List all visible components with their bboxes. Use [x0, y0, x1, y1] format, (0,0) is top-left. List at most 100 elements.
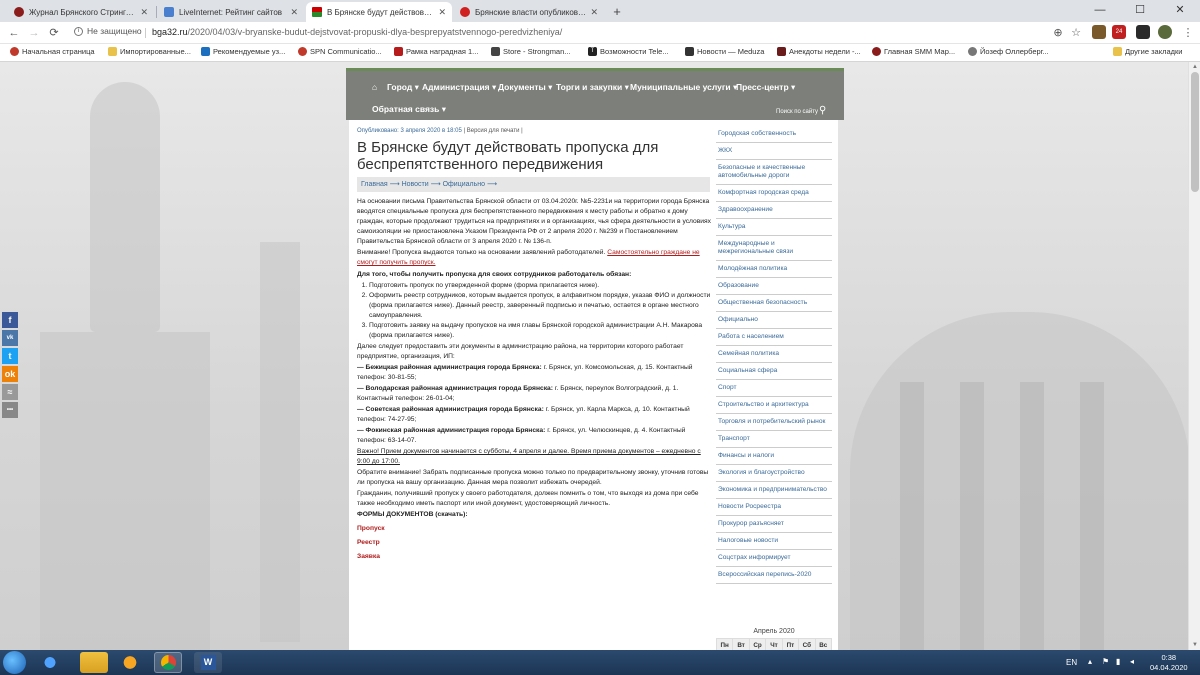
sidebar-category-link[interactable]: Прокурор разъясняет — [716, 516, 832, 533]
chrome-taskbar-button[interactable] — [154, 652, 182, 673]
nav-item-municipalnye-uslugi[interactable]: Муниципальные услуги ▾ — [630, 82, 737, 93]
sidebar-category-link[interactable]: Финансы и налоги — [716, 448, 832, 465]
forward-arrow-icon[interactable]: → — [26, 25, 42, 41]
bookmark-item[interactable]: Главная SMM Мар... — [872, 47, 955, 56]
nav-item-administraciya[interactable]: Администрация ▾ — [422, 82, 496, 93]
scroll-up-icon[interactable]: ▲ — [1189, 62, 1200, 72]
language-indicator[interactable]: EN — [1066, 658, 1077, 667]
bookmark-folder[interactable]: Импортированные... — [108, 47, 191, 56]
site-search-input[interactable]: Поиск по сайту — [776, 109, 818, 115]
back-arrow-icon[interactable]: ← — [6, 25, 22, 41]
extension-icon[interactable] — [1136, 25, 1150, 39]
bookmark-item[interactable]: Новости — Meduza — [685, 47, 764, 56]
sidebar-category-link[interactable]: Транспорт — [716, 431, 832, 448]
sidebar-category-link[interactable]: Официально — [716, 312, 832, 329]
minimize-button[interactable]: — — [1080, 0, 1120, 22]
sidebar-category-link[interactable]: Образование — [716, 278, 832, 295]
nav-item-press-centr[interactable]: Пресс-центр ▾ — [736, 82, 795, 93]
vertical-scrollbar[interactable]: ▲ ▼ — [1188, 62, 1200, 650]
bookmark-item[interactable]: Анекдоты недели -... — [777, 47, 861, 56]
bookmark-item[interactable]: T Возможности Tele... — [588, 47, 669, 56]
home-icon[interactable]: ⌂ — [372, 82, 377, 92]
bookmark-item[interactable]: SPN Communicatio... — [298, 47, 382, 56]
sidebar-category-link[interactable]: Работа с населением — [716, 329, 832, 346]
internet-explorer-icon[interactable] — [36, 652, 64, 673]
close-tab-icon[interactable]: ✕ — [438, 7, 446, 18]
tab-bryansk-vlasti[interactable]: Брянские власти опубликовали ✕ — [454, 2, 604, 22]
bookmark-item[interactable]: Рекомендуемые уз... — [201, 47, 285, 56]
sidebar-category-link[interactable]: Семейная политика — [716, 346, 832, 363]
sidebar-category-link[interactable]: Общественная безопасность — [716, 295, 832, 312]
profile-avatar[interactable] — [1158, 25, 1172, 39]
scroll-down-icon[interactable]: ▼ — [1189, 640, 1200, 650]
nav-item-obratnaya-svyaz[interactable]: Обратная связь ▾ — [372, 104, 446, 115]
sidebar-category-link[interactable]: Экология и благоустройство — [716, 465, 832, 482]
close-tab-icon[interactable]: ✕ — [590, 7, 598, 18]
sidebar-category-link[interactable]: Строительство и архитектура — [716, 397, 832, 414]
sidebar-category-link[interactable]: Городская собственность — [716, 126, 832, 143]
nav-item-dokumenty[interactable]: Документы ▾ — [498, 82, 552, 93]
word-taskbar-button[interactable]: W — [194, 652, 222, 673]
search-icon[interactable]: ⚲ — [819, 105, 826, 116]
folder-icon — [1113, 47, 1122, 56]
reload-icon[interactable]: ⟳ — [46, 25, 62, 41]
sidebar-category-link[interactable]: Всероссийская перепись-2020 — [716, 567, 832, 584]
sidebar-category-link[interactable]: Молодёжная политика — [716, 261, 832, 278]
volume-icon[interactable]: ◂ — [1130, 657, 1134, 666]
sidebar-category-link[interactable]: Спорт — [716, 380, 832, 397]
file-explorer-icon[interactable] — [80, 652, 108, 673]
download-link-zayavka[interactable]: Заявка — [357, 552, 711, 562]
address-bar[interactable]: bga32.ru/2020/04/03/v-bryanske-budut-dej… — [152, 27, 562, 37]
odnoklassniki-share-icon[interactable]: ok — [2, 366, 18, 382]
network-icon[interactable]: ▮ — [1116, 657, 1120, 666]
sidebar-category-link[interactable]: Комфортная городская среда — [716, 185, 832, 202]
sidebar-category-link[interactable]: Безопасные и качественные автомобильные … — [716, 160, 832, 185]
security-indicator[interactable]: i Не защищено — [74, 26, 142, 36]
bookmark-item[interactable]: Рамка наградная 1... — [394, 47, 478, 56]
sidebar-category-link[interactable]: Новости Росреестра — [716, 499, 832, 516]
extension-badge-icon[interactable]: 24 — [1112, 25, 1126, 39]
sidebar-category-link[interactable]: ЖКХ — [716, 143, 832, 160]
more-share-icon[interactable]: ••• — [2, 402, 18, 418]
nav-item-torgi[interactable]: Торги и закупки ▾ — [556, 82, 629, 93]
close-tab-icon[interactable]: ✕ — [140, 7, 148, 18]
new-tab-button[interactable]: + — [608, 3, 626, 21]
maximize-button[interactable]: ☐ — [1120, 0, 1160, 22]
tray-arrow-icon[interactable]: ▴ — [1088, 657, 1092, 666]
breadcrumb[interactable]: Главная ⟶ Новости ⟶ Официально ⟶ — [357, 177, 710, 192]
bookmark-item[interactable]: Йозеф Оллерберг... — [968, 47, 1049, 56]
sidebar-category-link[interactable]: Экономика и предпринимательство — [716, 482, 832, 499]
bookmark-item[interactable]: Store - Strongman... — [491, 47, 571, 56]
tab-bga32-active[interactable]: В Брянске будут действовать пр ✕ — [306, 2, 452, 22]
start-button[interactable] — [3, 651, 26, 674]
close-window-button[interactable]: ✕ — [1160, 0, 1200, 22]
tab-liveinternet[interactable]: LiveInternet: Рейтинг сайтов ✕ — [158, 2, 304, 22]
other-bookmarks-folder[interactable]: Другие закладки — [1113, 47, 1182, 56]
download-link-reestr[interactable]: Реестр — [357, 538, 711, 548]
sidebar-category-link[interactable]: Культура — [716, 219, 832, 236]
system-clock[interactable]: 0:38 04.04.2020 — [1150, 653, 1188, 673]
media-player-icon[interactable] — [116, 652, 144, 673]
flag-icon[interactable]: ⚑ — [1102, 657, 1109, 666]
sidebar-category-link[interactable]: Соцстрах информирует — [716, 550, 832, 567]
translate-icon[interactable]: ⊕ — [1050, 25, 1066, 41]
print-version-link[interactable]: | Версия для печати | — [464, 128, 523, 134]
menu-dots-icon[interactable]: ⋮ — [1180, 25, 1196, 41]
sidebar-category-link[interactable]: Торговля и потребительский рынок — [716, 414, 832, 431]
download-link-propusk[interactable]: Пропуск — [357, 524, 711, 534]
extension-icon[interactable] — [1092, 25, 1106, 39]
tab-stringer[interactable]: Журнал Брянского Стрингера ✕ — [8, 2, 154, 22]
scrollbar-thumb[interactable] — [1191, 72, 1199, 192]
sidebar-category-link[interactable]: Международные и межрегиональные связи — [716, 236, 832, 261]
sidebar-category-link[interactable]: Налоговые новости — [716, 533, 832, 550]
collapse-share-icon[interactable]: ≈ — [2, 384, 18, 400]
bookmark-item[interactable]: Начальная страница — [10, 47, 95, 56]
vk-share-icon[interactable]: vk — [2, 330, 18, 346]
twitter-share-icon[interactable]: t — [2, 348, 18, 364]
close-tab-icon[interactable]: ✕ — [290, 7, 298, 18]
sidebar-category-link[interactable]: Здравоохранение — [716, 202, 832, 219]
facebook-share-icon[interactable]: f — [2, 312, 18, 328]
nav-item-gorod[interactable]: Город ▾ — [387, 82, 419, 93]
bookmark-star-icon[interactable]: ☆ — [1068, 25, 1084, 41]
sidebar-category-link[interactable]: Социальная сфера — [716, 363, 832, 380]
